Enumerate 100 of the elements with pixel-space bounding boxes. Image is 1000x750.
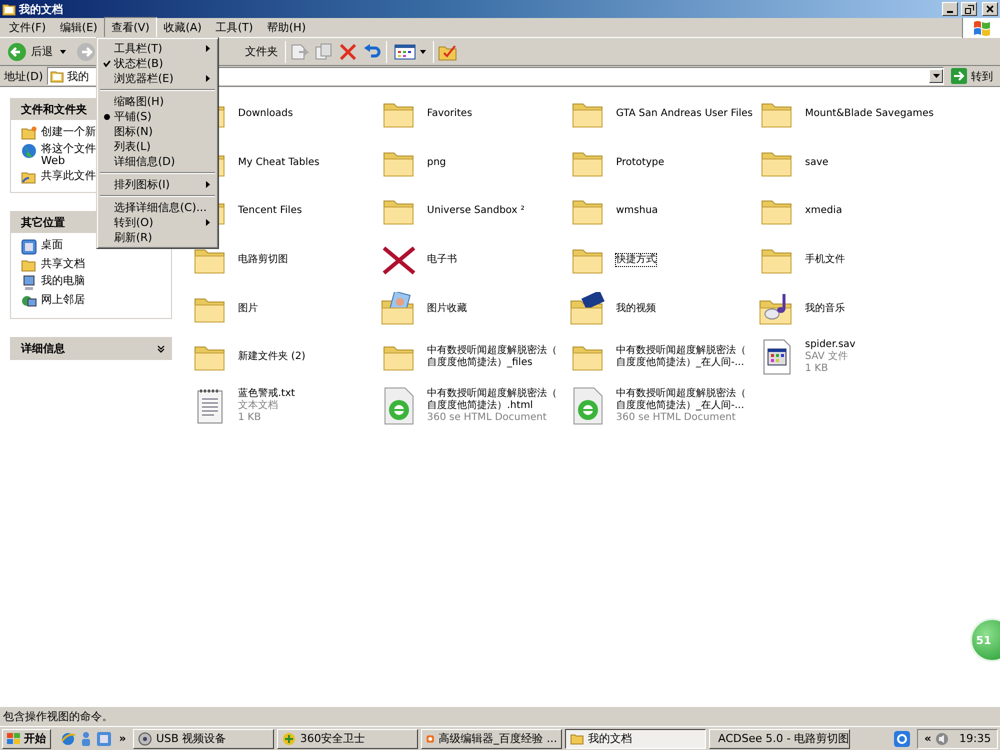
menu-item[interactable]: 列表(L) xyxy=(99,139,216,154)
folder-icon xyxy=(570,732,584,746)
shared-folder-icon xyxy=(21,170,37,184)
file-name[interactable]: png xyxy=(427,156,446,169)
task-link[interactable]: 创建一个新 xyxy=(41,126,96,138)
desktop-icon[interactable] xyxy=(96,730,112,746)
file-name[interactable]: 手机文件 xyxy=(805,254,845,266)
file-name[interactable]: 电路剪切图 xyxy=(238,254,288,266)
menu-bar-item[interactable]: 收藏(A) xyxy=(156,17,209,38)
file-size: 1 KB xyxy=(805,363,829,376)
taskbar-button[interactable]: ACDSee 5.0 - 电路剪切图 xyxy=(709,728,850,748)
file-name[interactable]: save xyxy=(805,156,828,169)
move-to-icon[interactable] xyxy=(290,42,310,60)
menu-bar-item[interactable]: 文件(F) xyxy=(2,17,53,38)
file-name[interactable]: 中有数授听闻超度解脱密法（ 自度度他简捷法）_在人间-... xyxy=(616,388,746,412)
menu-item[interactable]: 工具栏(T) xyxy=(99,41,216,56)
application-file-icon xyxy=(762,339,792,376)
views-icon xyxy=(394,44,416,60)
file-name[interactable]: 电子书 xyxy=(427,254,457,266)
menu-bar-item[interactable]: 编辑(E) xyxy=(52,17,104,38)
file-name[interactable]: 图片 xyxy=(238,302,258,315)
file-name[interactable]: 我的音乐 xyxy=(805,302,845,315)
menu-item[interactable]: 选择详细信息(C)... xyxy=(99,200,216,215)
more-chevron[interactable]: » xyxy=(119,732,126,745)
menu-item[interactable]: 详细信息(D) xyxy=(99,154,216,169)
restore-button[interactable] xyxy=(961,2,977,16)
expand-chevron-icon[interactable] xyxy=(157,344,165,352)
submenu-arrow-icon xyxy=(206,45,210,52)
menu-item[interactable]: 浏览器栏(E) xyxy=(99,71,216,86)
task-link[interactable]: 将这个文件 Web xyxy=(41,143,96,167)
file-name[interactable]: spider.sav xyxy=(805,339,856,352)
file-name[interactable]: wmshua xyxy=(616,205,658,218)
file-name[interactable]: Tencent Files xyxy=(238,205,302,218)
folder-check-icon[interactable] xyxy=(438,42,458,60)
copy-to-icon[interactable] xyxy=(314,42,334,60)
taskbar-button[interactable]: 360安全卫士 xyxy=(277,728,418,748)
dropdown-button[interactable] xyxy=(929,69,943,83)
go-button[interactable]: 转到 xyxy=(948,66,996,86)
dropdown-caret-icon[interactable] xyxy=(60,50,66,54)
minimize-button[interactable] xyxy=(942,2,958,16)
new-folder-icon xyxy=(21,126,37,140)
folders-button[interactable]: 文件夹 xyxy=(242,42,281,61)
task-link[interactable]: 共享此文件 xyxy=(41,170,96,182)
close-button[interactable] xyxy=(982,2,998,16)
caret-icon xyxy=(420,50,426,54)
go-arrow-icon xyxy=(951,68,967,84)
file-name[interactable]: 新建文件夹 (2) xyxy=(238,351,306,364)
menu-bar-item[interactable]: 工具(T) xyxy=(208,17,260,38)
person-icon[interactable] xyxy=(79,730,93,746)
file-name[interactable]: Favorites xyxy=(427,108,472,120)
menu-item[interactable]: 刷新(R) xyxy=(99,230,216,245)
documents-folder-icon xyxy=(50,70,64,82)
task-link[interactable]: 共享文档 xyxy=(41,258,85,270)
file-name[interactable]: 中有数授听闻超度解脱密法（ 自度度他简捷法）.html xyxy=(427,388,557,412)
tray-app-icon[interactable] xyxy=(894,730,910,746)
web-document-icon xyxy=(572,386,604,425)
window-title: 我的文档 xyxy=(19,2,64,16)
back-button[interactable]: 后退 xyxy=(4,40,56,64)
file-name[interactable]: 中有数授听闻超度解脱密法（ 自度度他简捷法）_在人间-... xyxy=(616,345,746,370)
taskbar-button[interactable]: USB 视频设备 xyxy=(133,728,274,748)
documents-folder-icon xyxy=(2,2,16,16)
menu-item[interactable]: 排列图标(I) xyxy=(99,177,216,192)
file-name[interactable]: 图片收藏 xyxy=(427,302,467,315)
tray-toggle[interactable]: « xyxy=(924,732,932,745)
file-name[interactable]: My Cheat Tables xyxy=(238,156,320,169)
file-name[interactable]: Downloads xyxy=(238,108,293,120)
windows-flag-icon xyxy=(7,732,21,744)
submenu-arrow-icon xyxy=(206,181,210,188)
menu-item[interactable]: 图标(N) xyxy=(99,124,216,139)
file-name[interactable]: Prototype xyxy=(616,156,664,169)
browser-icon[interactable] xyxy=(60,730,76,746)
restore-icon xyxy=(964,4,974,14)
forward-icon[interactable] xyxy=(76,42,96,62)
computer-icon xyxy=(21,275,37,291)
task-link[interactable]: 桌面 xyxy=(41,239,63,251)
clock: 19:35 xyxy=(959,732,991,745)
file-name[interactable]: GTA San Andreas User Files xyxy=(616,108,753,120)
speaker-icon[interactable] xyxy=(935,732,950,746)
file-name[interactable]: 中有数授听闻超度解脱密法（ 自度度他简捷法）_files xyxy=(427,345,557,370)
file-size: 1 KB xyxy=(238,412,262,424)
taskbar-button[interactable]: 高级编辑器_百度经验 ... xyxy=(421,728,562,748)
task-link[interactable]: 我的电脑 xyxy=(41,275,85,287)
file-name[interactable]: 蓝色警戒.txt xyxy=(238,388,295,400)
file-name[interactable]: 快捷方式 xyxy=(616,254,656,266)
globe-icon xyxy=(21,143,37,159)
menu-bar-item[interactable]: 帮助(H) xyxy=(260,17,313,38)
pane-header[interactable]: 详细信息 xyxy=(11,338,171,359)
start-button[interactable]: 开始 xyxy=(2,728,51,748)
task-link[interactable]: 网上邻居 xyxy=(41,294,85,306)
taskbar-button[interactable]: 我的文档 xyxy=(565,728,706,748)
submenu-arrow-icon xyxy=(206,75,210,82)
file-name[interactable]: Mount&Blade Savegames xyxy=(805,108,934,120)
notepad-icon xyxy=(196,388,224,424)
device-icon xyxy=(138,732,152,746)
web-document-icon xyxy=(383,386,415,425)
file-name[interactable]: Universe Sandbox ² xyxy=(427,205,525,218)
delete-icon[interactable] xyxy=(338,42,358,60)
file-name[interactable]: 我的视频 xyxy=(616,302,656,315)
file-name[interactable]: xmedia xyxy=(805,205,842,218)
undo-icon[interactable] xyxy=(362,42,382,60)
